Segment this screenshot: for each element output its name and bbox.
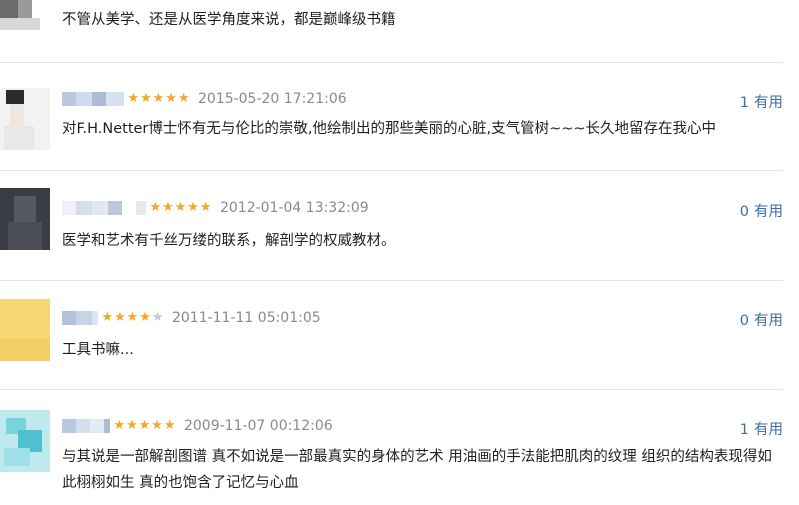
useful-count: 0 [739, 204, 749, 220]
star-filled-icon: ★ [126, 418, 138, 433]
avatar[interactable] [0, 299, 50, 361]
divider [0, 170, 783, 171]
star-filled-icon: ★ [149, 200, 162, 215]
avatar[interactable] [0, 88, 50, 150]
star-filled-icon: ★ [101, 310, 114, 325]
username-blurred[interactable] [62, 419, 110, 433]
review-content: 工具书嘛... [62, 342, 134, 358]
star-filled-icon: ★ [140, 91, 152, 106]
review-timestamp: 2012-01-04 13:32:09 [219, 200, 369, 216]
star-filled-icon: ★ [113, 418, 126, 433]
star-filled-icon: ★ [165, 91, 177, 106]
divider [0, 62, 783, 63]
useful-count: 1 [739, 95, 749, 111]
star-rating: ★ ★ ★ ★ ★ [149, 201, 212, 215]
username-blurred[interactable] [62, 311, 98, 325]
useful-label: 有用 [754, 204, 783, 220]
useful-label: 有用 [754, 95, 783, 111]
divider [0, 280, 783, 281]
review-content: 医学和艺术有千丝万缕的联系，解剖学的权威教材。 [62, 233, 396, 249]
review-timestamp: 2015-05-20 17:21:06 [197, 91, 347, 107]
star-rating: ★ ★ ★ ★ ★ [113, 419, 176, 433]
star-filled-icon: ★ [199, 200, 212, 215]
useful-label: 有用 [754, 422, 783, 438]
useful-label: 有用 [754, 313, 783, 329]
star-filled-icon: ★ [114, 310, 126, 325]
star-filled-icon: ★ [162, 200, 174, 215]
star-filled-icon: ★ [138, 418, 151, 433]
review-timestamp: 2009-11-07 00:12:06 [183, 418, 333, 434]
star-empty-icon: ★ [151, 310, 164, 325]
review-content: 不管从美学、还是从医学角度来说，都是巅峰级书籍 [62, 12, 396, 28]
avatar[interactable] [0, 0, 50, 30]
star-filled-icon: ★ [174, 200, 187, 215]
star-filled-icon: ★ [139, 310, 151, 325]
username-blurred[interactable] [62, 92, 124, 106]
divider [0, 389, 783, 390]
star-filled-icon: ★ [127, 91, 140, 106]
star-filled-icon: ★ [163, 418, 176, 433]
useful-button[interactable]: 0 有用 [740, 309, 783, 330]
star-filled-icon: ★ [177, 91, 190, 106]
avatar[interactable] [0, 188, 50, 250]
useful-button[interactable]: 0 有用 [740, 200, 783, 221]
avatar[interactable] [0, 410, 50, 472]
useful-count: 0 [739, 313, 749, 329]
useful-button[interactable]: 1 有用 [740, 418, 783, 439]
star-rating: ★ ★ ★ ★ ★ [101, 311, 164, 325]
star-filled-icon: ★ [126, 310, 139, 325]
useful-button[interactable]: 1 有用 [740, 91, 783, 112]
review-timestamp: 2011-11-11 05:01:05 [171, 310, 321, 326]
star-filled-icon: ★ [152, 91, 165, 106]
useful-count: 1 [739, 422, 749, 438]
star-filled-icon: ★ [187, 200, 199, 215]
star-rating: ★ ★ ★ ★ ★ [127, 92, 190, 106]
review-content: 与其说是一部解剖图谱 真不如说是一部最真实的身体的艺术 用油画的手法能把肌肉的纹… [62, 449, 772, 491]
username-blurred[interactable] [62, 201, 146, 215]
review-content: 对F.H.Netter博士怀有无与伦比的崇敬,他绘制出的那些美丽的心脏,支气管树… [62, 121, 717, 137]
star-filled-icon: ★ [151, 418, 163, 433]
